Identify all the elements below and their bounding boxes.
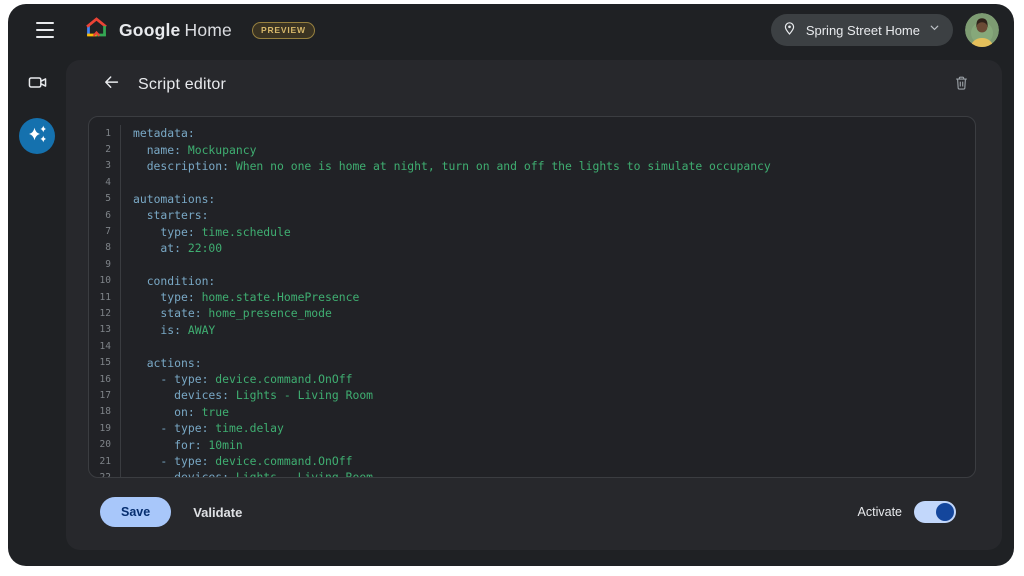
code-line: 9 [89,256,975,272]
camera-icon[interactable] [19,64,55,100]
google-home-logo[interactable]: GoogleHome PREVIEW [84,15,315,46]
app-window: GoogleHome PREVIEW Spring Street Home [8,4,1014,566]
avatar[interactable] [965,13,999,47]
code-line: 20for: 10min [89,436,975,452]
code-line: 2name: Mockupancy [89,141,975,157]
code-line: 14 [89,338,975,354]
code-line: 16- type: device.command.OnOff [89,371,975,387]
delete-button[interactable] [946,70,976,100]
code-editor[interactable]: 1metadata:2name: Mockupancy3description:… [88,116,976,478]
save-button[interactable]: Save [100,497,171,527]
app-bar: GoogleHome PREVIEW Spring Street Home [8,4,1014,56]
panel-header: Script editor [66,60,1002,110]
home-selector-label: Spring Street Home [806,23,920,38]
code-line: 6starters: [89,207,975,223]
preview-badge: PREVIEW [252,22,315,39]
sparkle-ai-icon [22,119,52,154]
code-line: 12state: home_presence_mode [89,305,975,321]
code-line: 8at: 22:00 [89,240,975,256]
back-arrow-icon [102,73,121,97]
code-line: 11type: home.state.HomePresence [89,289,975,305]
code-line: 4 [89,174,975,190]
sparkle-ai-button[interactable] [19,118,55,154]
code-line: 18on: true [89,404,975,420]
app-title: GoogleHome [119,20,232,41]
google-home-house-icon [84,15,109,46]
code-line: 19- type: time.delay [89,420,975,436]
sidebar [8,56,66,566]
back-button[interactable] [96,70,126,100]
menu-icon[interactable] [28,13,62,47]
location-pin-icon [781,19,798,41]
code-line: 1metadata: [89,125,975,141]
activate-label: Activate [858,505,902,519]
code-lines: 1metadata:2name: Mockupancy3description:… [89,125,975,478]
code-line: 22devices: Lights - Living Room [89,469,975,478]
chevron-down-icon [928,21,941,39]
page-title: Script editor [138,76,226,94]
body: Script editor 1metadata:2name: Mockupanc… [8,56,1014,566]
code-line: 3description: When no one is home at nig… [89,158,975,174]
toggle-knob [936,503,954,521]
validate-button[interactable]: Validate [193,505,242,520]
code-line: 17devices: Lights - Living Room [89,387,975,403]
code-line: 7type: time.schedule [89,223,975,239]
code-line: 5automations: [89,191,975,207]
activate-toggle[interactable] [914,501,956,523]
home-selector[interactable]: Spring Street Home [771,14,953,46]
script-editor-panel: Script editor 1metadata:2name: Mockupanc… [66,60,1002,550]
panel-footer: Save Validate Activate [66,478,1002,550]
code-line: 13is: AWAY [89,322,975,338]
trash-icon [953,74,970,97]
code-line: 10condition: [89,273,975,289]
code-line: 21- type: device.command.OnOff [89,453,975,469]
code-line: 15actions: [89,354,975,370]
